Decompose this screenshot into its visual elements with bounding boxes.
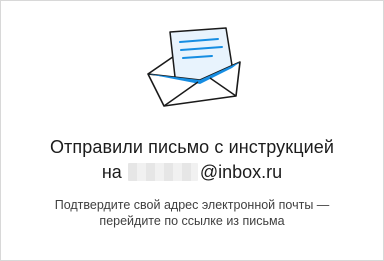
hint-line-2: перейдите по ссылке из письма bbox=[99, 214, 285, 228]
email-domain: @inbox.ru bbox=[199, 162, 283, 182]
email-line: на @inbox.ru bbox=[1, 161, 383, 183]
envelope-with-letter-icon bbox=[140, 22, 250, 110]
masked-email-username bbox=[127, 163, 198, 181]
email-prefix: на bbox=[101, 162, 122, 182]
confirmation-hint: Подтвердите свой адрес электронной почты… bbox=[1, 197, 383, 229]
confirmation-card: Отправили письмо с инструкцией на @inbox… bbox=[0, 0, 384, 261]
hint-line-1: Подтвердите свой адрес электронной почты… bbox=[54, 198, 330, 212]
confirmation-title: Отправили письмо с инструкцией bbox=[49, 137, 335, 157]
